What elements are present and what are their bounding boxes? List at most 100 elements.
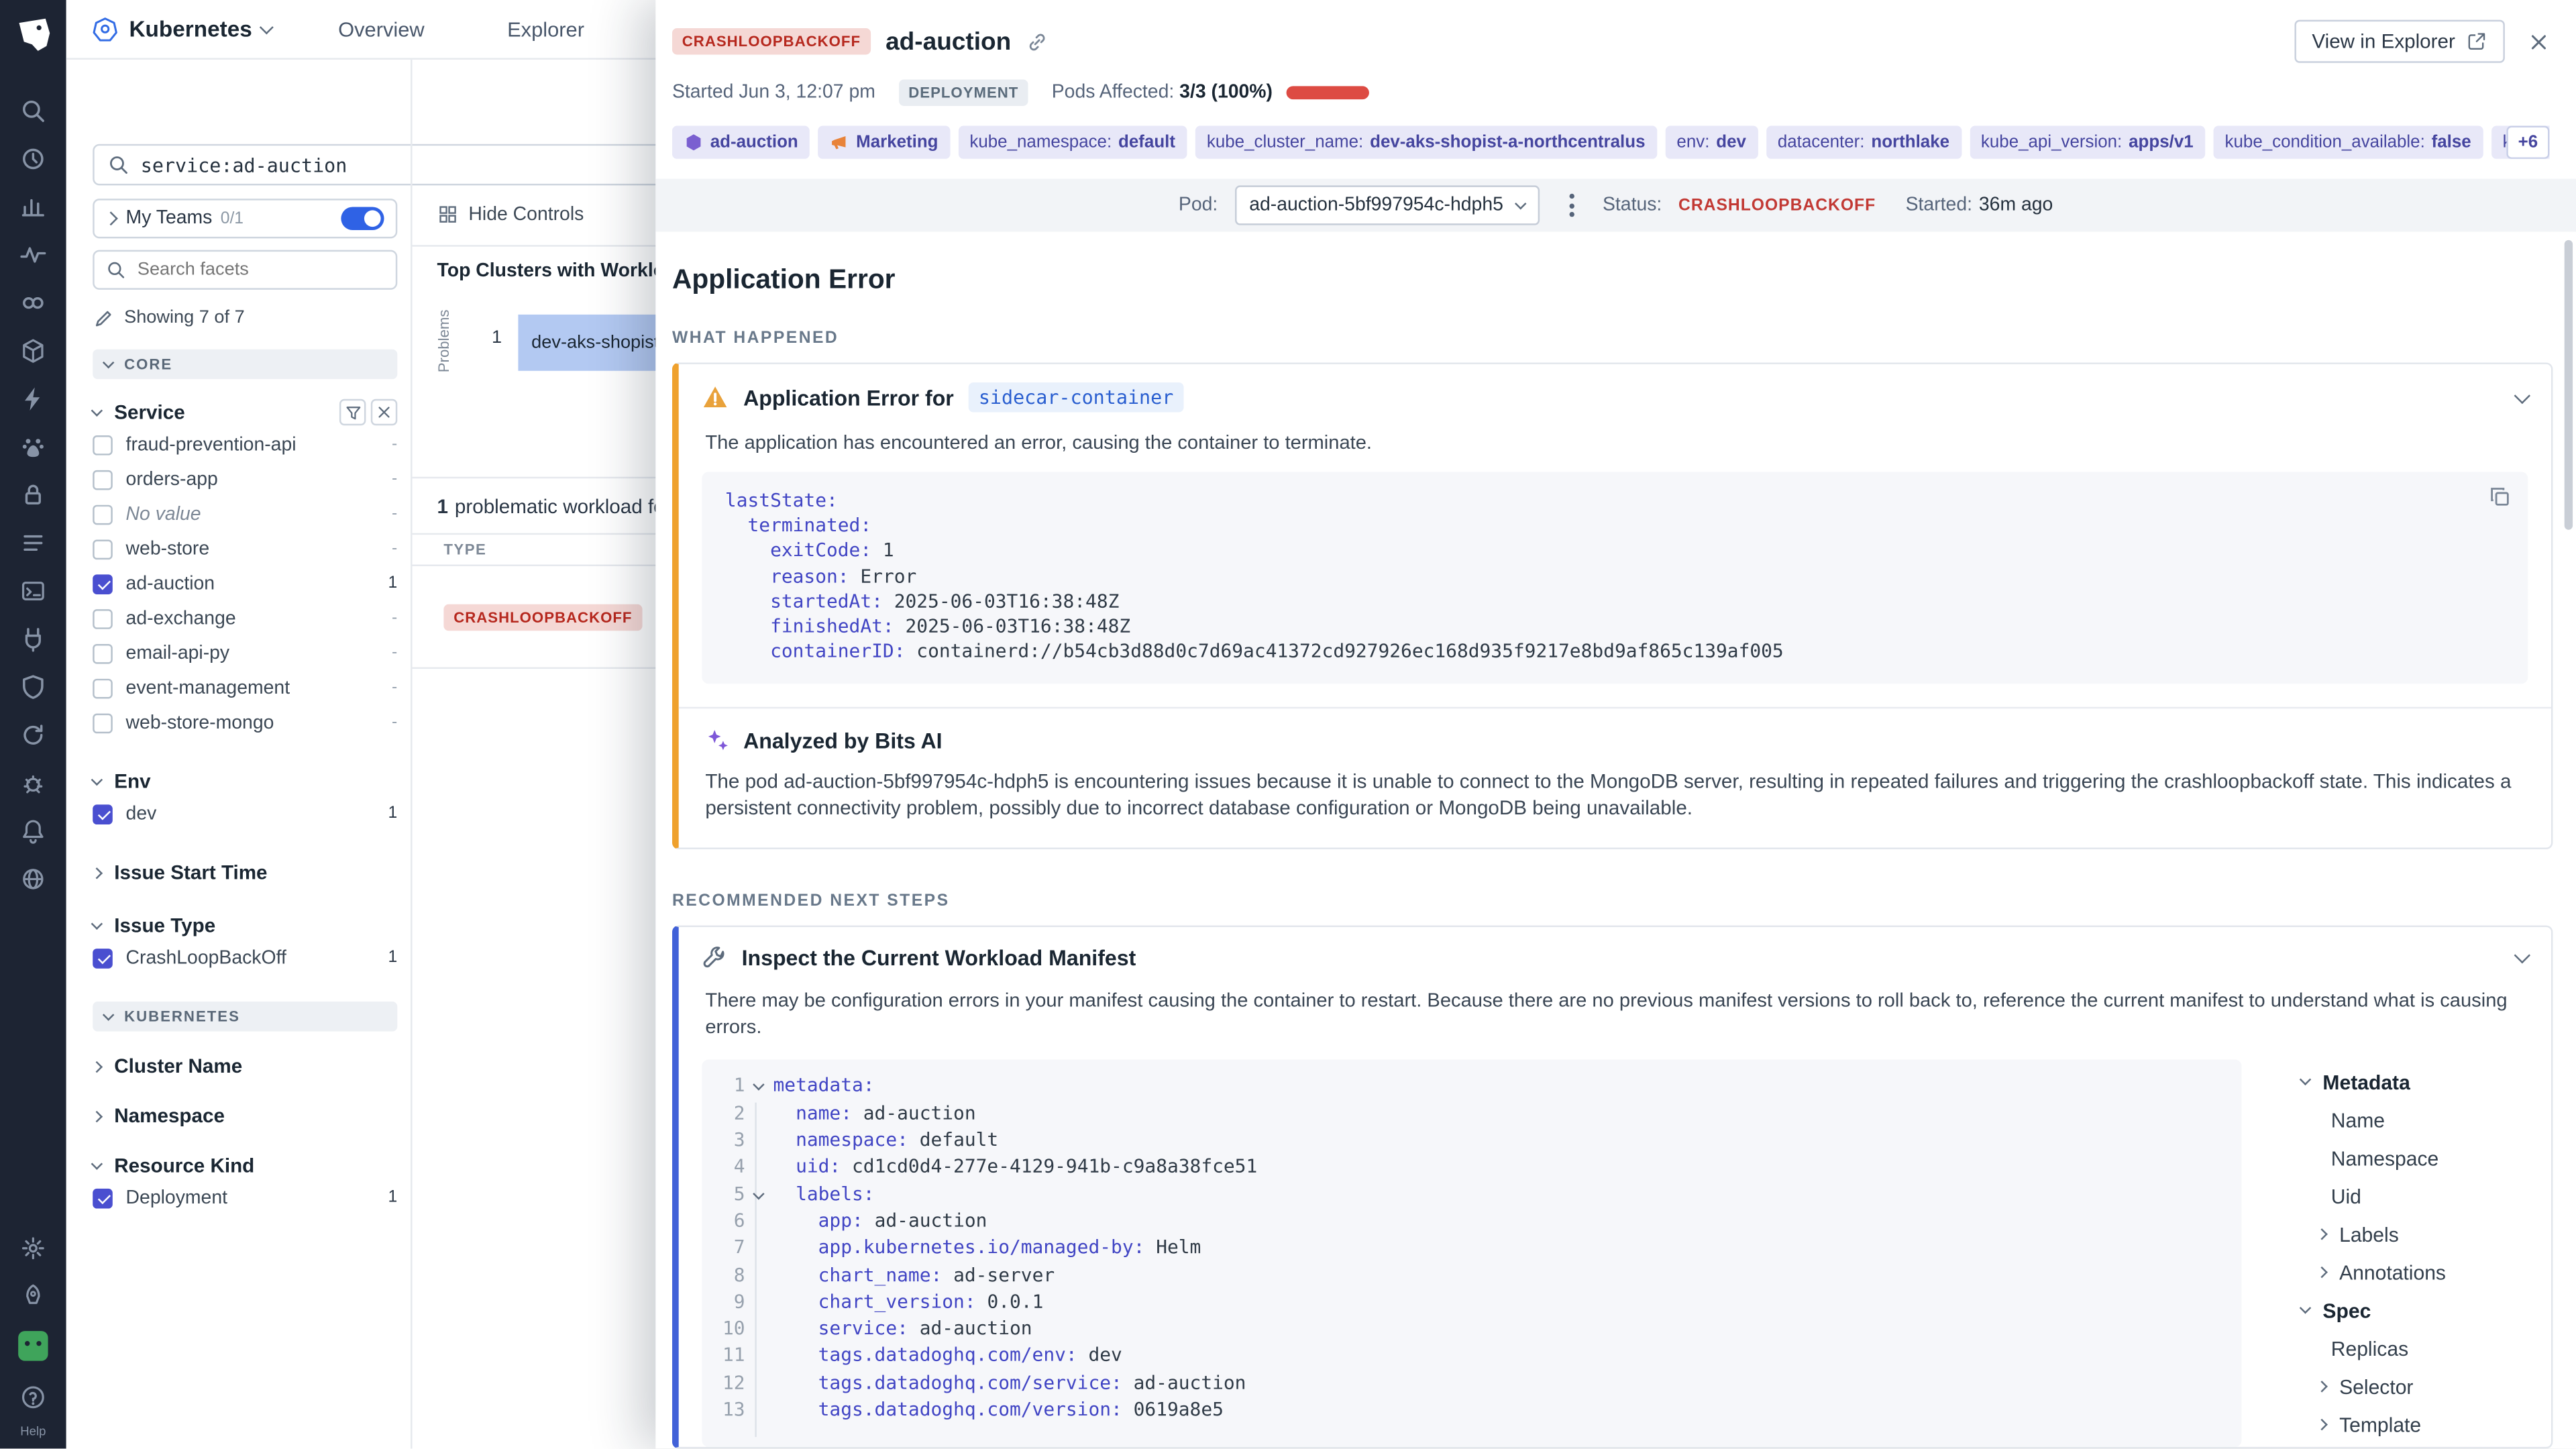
tag[interactable]: env:dev xyxy=(1665,126,1758,159)
error-tracking-icon[interactable] xyxy=(20,769,46,795)
facet-item[interactable]: event-management- xyxy=(93,670,397,705)
fold-chevron-icon[interactable] xyxy=(745,1181,773,1208)
checkbox[interactable] xyxy=(93,435,113,455)
serverless-icon[interactable] xyxy=(20,385,46,411)
facet-header-cluster-name[interactable]: Cluster Name xyxy=(93,1051,397,1081)
facet-item[interactable]: No value- xyxy=(93,496,397,531)
facet-item[interactable]: orders-app- xyxy=(93,462,397,497)
tree-item-name[interactable]: Name xyxy=(2301,1102,2528,1140)
tag[interactable]: kube_condition_available:false xyxy=(2213,126,2483,159)
chevron-down-icon[interactable] xyxy=(2514,948,2530,964)
checkbox[interactable] xyxy=(93,608,113,629)
view-in-explorer-button[interactable]: View in Explorer xyxy=(2294,20,2505,63)
tree-item-selector[interactable]: Selector xyxy=(2301,1368,2528,1407)
facet-header-service[interactable]: Service xyxy=(93,397,397,427)
tree-item-spec[interactable]: Spec xyxy=(2301,1292,2528,1330)
infrastructure-icon[interactable] xyxy=(20,337,46,363)
integrations-icon[interactable] xyxy=(20,625,46,651)
chevron-down-icon[interactable] xyxy=(260,19,274,34)
checkbox[interactable] xyxy=(93,504,113,524)
tab-overview[interactable]: Overview xyxy=(338,17,425,41)
bits-ai-icon[interactable] xyxy=(20,433,46,459)
fold-chevron-icon[interactable] xyxy=(745,1073,773,1100)
synthetics-icon[interactable] xyxy=(20,865,46,891)
chevron-down-icon[interactable] xyxy=(2514,387,2530,403)
watchdog-icon[interactable] xyxy=(20,241,46,267)
facet-item[interactable]: ad-auction1 xyxy=(93,566,397,601)
pencil-icon[interactable] xyxy=(93,307,124,329)
product-title[interactable]: Kubernetes xyxy=(129,17,252,42)
checkbox[interactable] xyxy=(93,643,113,663)
tree-item-template[interactable]: Template xyxy=(2301,1406,2528,1444)
facet-item[interactable]: dev1 xyxy=(93,796,397,831)
workflows-icon[interactable] xyxy=(20,721,46,747)
tag[interactable]: datacenter:northlake xyxy=(1766,126,1962,159)
ci-icon[interactable] xyxy=(20,577,46,603)
close-icon[interactable] xyxy=(2528,31,2549,52)
checkbox[interactable] xyxy=(93,574,113,594)
tag[interactable]: Marketing xyxy=(818,126,949,159)
tag[interactable]: kube_namespace:default xyxy=(958,126,1187,159)
tree-item-annotations[interactable]: Annotations xyxy=(2301,1254,2528,1292)
more-tags-pill[interactable]: +6 xyxy=(2506,126,2549,159)
my-teams-toggle[interactable] xyxy=(341,207,384,230)
org-avatar[interactable] xyxy=(18,1331,48,1360)
tag[interactable]: kube_api_version:apps/v1 xyxy=(1970,126,2205,159)
clear-filter-icon[interactable] xyxy=(371,399,397,425)
tree-item-uid[interactable]: Uid xyxy=(2301,1178,2528,1216)
facet-search-input[interactable] xyxy=(138,260,384,280)
checkbox[interactable] xyxy=(93,678,113,698)
tree-item-metadata[interactable]: Metadata xyxy=(2301,1063,2528,1102)
checkbox[interactable] xyxy=(93,539,113,559)
tree-item-labels[interactable]: Labels xyxy=(2301,1216,2528,1254)
tag[interactable]: kube_cluster_name:dev-aks-shopist-a-nort… xyxy=(1195,126,1657,159)
checkbox[interactable] xyxy=(93,712,113,733)
facet-item[interactable]: web-store-mongo- xyxy=(93,705,397,740)
hide-controls-button[interactable]: Hide Controls xyxy=(437,204,584,225)
card-header[interactable]: Inspect the Current Workload Manifest xyxy=(679,928,2551,981)
compliance-icon[interactable] xyxy=(20,673,46,699)
tree-item-namespace[interactable]: Namespace xyxy=(2301,1140,2528,1178)
pod-select[interactable]: ad-auction-5bf997954c-hdph5 xyxy=(1234,185,1540,225)
tree-item-replicas[interactable]: Replicas xyxy=(2301,1330,2528,1368)
my-teams-filter[interactable]: My Teams 0/1 xyxy=(93,199,397,238)
history-icon[interactable] xyxy=(20,145,46,171)
facet-header-namespace[interactable]: Namespace xyxy=(93,1101,397,1130)
facet-item[interactable]: email-api-py- xyxy=(93,636,397,671)
copy-icon[interactable] xyxy=(2488,485,2512,508)
apm-icon[interactable] xyxy=(20,289,46,315)
facet-group-kubernetes[interactable]: KUBERNETES xyxy=(93,1002,397,1031)
facet-item[interactable]: fraud-prevention-api- xyxy=(93,427,397,462)
kebab-menu-icon[interactable] xyxy=(1556,185,1586,225)
panel-scrollbar[interactable] xyxy=(2565,240,2573,530)
settings-icon[interactable] xyxy=(20,1234,46,1260)
filter-icon[interactable] xyxy=(339,399,366,425)
container-name-pill[interactable]: sidecar-container xyxy=(969,382,1183,412)
card-header[interactable]: Application Error for sidecar-container xyxy=(679,364,2551,422)
metrics-icon[interactable] xyxy=(20,193,46,219)
facet-item[interactable]: web-store- xyxy=(93,531,397,566)
checkbox[interactable] xyxy=(93,804,113,824)
security-icon[interactable] xyxy=(20,481,46,507)
datadog-logo-icon[interactable] xyxy=(11,13,54,56)
facet-item[interactable]: Deployment1 xyxy=(93,1181,397,1216)
help-icon[interactable] xyxy=(20,1383,46,1409)
facet-header-resource-kind[interactable]: Resource Kind xyxy=(93,1150,397,1180)
search-icon[interactable] xyxy=(20,97,46,123)
permalink-icon[interactable] xyxy=(1026,31,1047,52)
facet-item[interactable]: ad-exchange- xyxy=(93,601,397,636)
facet-header-issue-start-time[interactable]: Issue Start Time xyxy=(93,857,397,887)
logs-icon[interactable] xyxy=(20,529,46,555)
checkbox[interactable] xyxy=(93,1188,113,1208)
facet-search[interactable] xyxy=(93,250,397,290)
checkbox[interactable] xyxy=(93,948,113,968)
monitors-icon[interactable] xyxy=(20,817,46,843)
tab-explorer[interactable]: Explorer xyxy=(507,17,584,41)
facet-header-env[interactable]: Env xyxy=(93,767,397,796)
facet-group-core[interactable]: CORE xyxy=(93,350,397,379)
upgrade-icon[interactable] xyxy=(20,1282,46,1308)
facet-header-issue-type[interactable]: Issue Type xyxy=(93,910,397,940)
facet-item[interactable]: CrashLoopBackOff1 xyxy=(93,941,397,975)
tag[interactable]: ad-auction xyxy=(672,126,810,159)
checkbox[interactable] xyxy=(93,470,113,490)
